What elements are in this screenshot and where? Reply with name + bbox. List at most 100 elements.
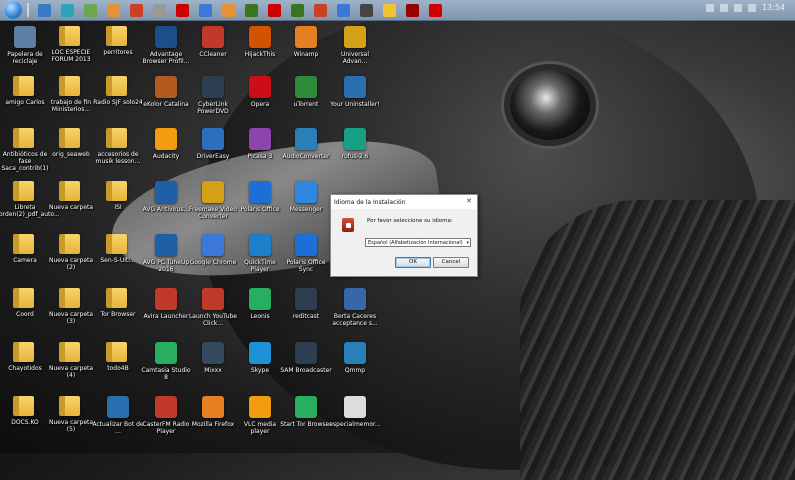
- desktop-icon[interactable]: amigo Carlos: [2, 76, 48, 106]
- desktop-icon-label: DOCS.KO: [11, 419, 39, 426]
- orange-app-icon[interactable]: [107, 3, 120, 17]
- desktop-icon[interactable]: Start Tor Browser: [280, 396, 332, 428]
- ok-button[interactable]: OK: [395, 257, 431, 268]
- desktop-icon[interactable]: Freemake Video Converter: [189, 181, 237, 220]
- desktop-icon[interactable]: Qmmp: [332, 342, 378, 374]
- dark-app-icon[interactable]: [360, 3, 373, 17]
- desktop-icon[interactable]: Leonis: [237, 288, 283, 320]
- desktop-icon[interactable]: Nueva carpeta (4): [48, 342, 94, 379]
- desktop-icon[interactable]: ISI: [95, 181, 141, 211]
- desktop-icon[interactable]: Advantage Browser Profil...: [143, 26, 189, 65]
- blue-app-icon[interactable]: [38, 3, 51, 17]
- desktop-icon[interactable]: Messenger: [283, 181, 329, 213]
- desktop-icon[interactable]: uTorrent: [283, 76, 329, 108]
- desktop-icon[interactable]: Tor Browser: [95, 288, 141, 318]
- desktop-icon[interactable]: Launch YouTube Click...: [189, 288, 237, 327]
- app-icon: [202, 128, 224, 150]
- desktop-icon[interactable]: CyberLink PowerDVD: [190, 76, 236, 115]
- cancel-button[interactable]: Cancel: [433, 257, 469, 268]
- desktop-icon[interactable]: Sen-S-Ulti...: [95, 234, 141, 264]
- desktop-icon[interactable]: LOC ESPECIE FORUM 2013: [48, 26, 94, 63]
- powerpoint-app-icon[interactable]: [314, 3, 327, 17]
- desktop-icon[interactable]: AudioConverter: [283, 128, 329, 160]
- desktop-icon[interactable]: AVG PC TuneUp 2016: [143, 234, 189, 273]
- desktop-icon[interactable]: Nueva carpeta (3): [48, 288, 94, 325]
- desktop-icon[interactable]: Camera: [2, 234, 48, 264]
- desktop-icon[interactable]: todo4B: [95, 342, 141, 372]
- desktop-icon[interactable]: Google Chrome: [190, 234, 236, 266]
- desktop-icon[interactable]: Antibióticos de fase Saca_contrib(1): [1, 128, 49, 172]
- desktop-icon[interactable]: Nueva carpeta: [48, 181, 94, 211]
- clock[interactable]: 13:54: [762, 3, 785, 12]
- desktop-icon[interactable]: Radio SJF solo24: [93, 76, 143, 106]
- folder-app-icon[interactable]: [383, 3, 396, 17]
- desktop-icon[interactable]: reditcast: [283, 288, 329, 320]
- desktop-icon[interactable]: VLC media player: [237, 396, 283, 435]
- desktop-icon-label: Berta Caceres acceptance s...: [332, 313, 378, 327]
- close-icon[interactable]: ✕: [465, 197, 473, 205]
- desktop-icon[interactable]: Universal Advan...: [332, 26, 378, 65]
- desktop-icon[interactable]: Polaris Office Sync: [283, 234, 329, 273]
- desktop-icon[interactable]: Mixxx: [190, 342, 236, 374]
- red3-app-icon[interactable]: [406, 3, 419, 17]
- desktop-icon-label: Papelera de reciclaje: [7, 51, 43, 65]
- tray-network-icon[interactable]: [705, 3, 714, 12]
- green-app-icon[interactable]: [84, 3, 97, 17]
- desktop-icon[interactable]: Opera: [237, 76, 283, 108]
- desktop-icon[interactable]: HijackThis: [237, 26, 283, 58]
- language-select[interactable]: Español (Alfabetización Internacional) ▾: [365, 238, 471, 247]
- app-icon: [107, 396, 129, 418]
- desktop-icon[interactable]: Nueva carpeta (5): [48, 396, 94, 433]
- desktop-icon[interactable]: Coord: [2, 288, 48, 318]
- desktop-icon[interactable]: orig_seaweb: [48, 128, 94, 158]
- desktop-icon[interactable]: AVG Antivirus...: [143, 181, 189, 213]
- desktop-icon[interactable]: DOCS.KO: [2, 396, 48, 426]
- desktop-icon[interactable]: Picasa 3: [237, 128, 283, 160]
- desktop-icon[interactable]: Berta Caceres acceptance s...: [332, 288, 378, 327]
- desktop-icon[interactable]: Camtasia Studio 8: [141, 342, 191, 381]
- tray-battery-icon[interactable]: [747, 3, 756, 12]
- dialog-titlebar[interactable]: Idioma de la Instalación: [331, 195, 477, 209]
- desktop-icon[interactable]: Actualizar Bot de ...: [92, 396, 144, 435]
- desktop-icon[interactable]: Your Uninstaller!: [330, 76, 380, 108]
- desktop-icon-label: CyberLink PowerDVD: [197, 101, 229, 115]
- desktop-icon[interactable]: trabajo de fin Ministerios...: [48, 76, 94, 113]
- paint-app-icon[interactable]: [222, 3, 235, 17]
- desktop-icon[interactable]: rufus-2.6: [332, 128, 378, 160]
- desktop-icon[interactable]: eKolor Catalina: [143, 76, 189, 108]
- desktop-icon[interactable]: Skype: [237, 342, 283, 374]
- desktop-icon[interactable]: accesorios de musik lesson...: [95, 128, 141, 165]
- red-app-icon[interactable]: [130, 3, 143, 17]
- desktop-icon-label: Polaris Office: [240, 206, 280, 213]
- tray-flag-icon[interactable]: [733, 3, 742, 12]
- red2-app-icon[interactable]: [268, 3, 281, 17]
- opera-app-icon[interactable]: [176, 3, 189, 17]
- system-tray: 13:54: [705, 3, 785, 12]
- desktop-icon[interactable]: Polaris Office: [237, 181, 283, 213]
- start-button[interactable]: [3, 0, 23, 20]
- teal-app-icon[interactable]: [61, 3, 74, 17]
- desktop-icon[interactable]: Avira Launcher: [143, 288, 189, 320]
- desktop-icon[interactable]: CasterFM Radio Player: [143, 396, 189, 435]
- desktop-icon[interactable]: Nueva carpeta (2): [48, 234, 94, 271]
- tray-volume-icon[interactable]: [719, 3, 728, 12]
- desktop-icon[interactable]: QuickTime Player: [237, 234, 283, 273]
- desktop-icon[interactable]: Winamp: [283, 26, 329, 58]
- chrome-app-icon[interactable]: [199, 3, 212, 17]
- red4-app-icon[interactable]: [429, 3, 442, 17]
- desktop-icon[interactable]: Papelera de reciclaje: [2, 26, 48, 65]
- excel-app-icon[interactable]: [291, 3, 304, 17]
- desktop-icon[interactable]: Libreta orden(2)_pdf_auto...: [0, 181, 60, 218]
- chevron-down-icon[interactable]: ▾: [466, 239, 469, 248]
- desktop-icon[interactable]: Audacity: [143, 128, 189, 160]
- gray-app-icon[interactable]: [153, 3, 166, 17]
- desktop-icon[interactable]: DriverEasy: [190, 128, 236, 160]
- desktop-icon[interactable]: perritores: [95, 26, 141, 56]
- word-app-icon[interactable]: [337, 3, 350, 17]
- desktop-icon[interactable]: SAM Broadcaster: [280, 342, 332, 374]
- desktop-icon[interactable]: Mozilla Firefox: [190, 396, 236, 428]
- desktop-icon[interactable]: CCleaner: [190, 26, 236, 58]
- green2-app-icon[interactable]: [245, 3, 258, 17]
- desktop-icon[interactable]: especialmemor...: [329, 396, 381, 428]
- desktop-icon[interactable]: Chayotidos: [2, 342, 48, 372]
